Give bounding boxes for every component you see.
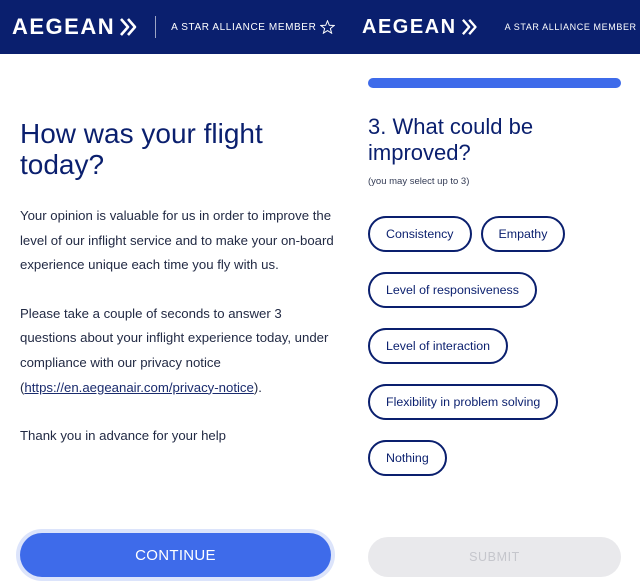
intro-paragraph-2: Please take a couple of seconds to answe… [20, 302, 340, 400]
continue-button[interactable]: CONTINUE [20, 533, 331, 577]
option-consistency[interactable]: Consistency [368, 216, 472, 252]
intro-screen: AEGEAN A STAR ALLIANCE MEMBER How was yo… [0, 0, 350, 588]
intro-paragraph-3: Thank you in advance for your help [20, 428, 226, 444]
option-flexibility-in-problem-solving[interactable]: Flexibility in problem solving [368, 384, 559, 420]
option-empathy[interactable]: Empathy [480, 216, 566, 252]
aegean-logo: AEGEAN [12, 14, 141, 40]
intro-paragraph-2-close: ). [253, 379, 262, 395]
header-divider [155, 16, 157, 38]
question-subtitle: (you may select up to 3) [368, 176, 470, 187]
option-level-of-interaction[interactable]: Level of interaction [368, 328, 509, 364]
intro-text: Your opinion is valuable for us in order… [20, 204, 340, 449]
star-icon [320, 20, 336, 34]
double-chevron-icon [119, 17, 141, 37]
intro-paragraph-1: Your opinion is valuable for us in order… [20, 208, 334, 273]
alliance-text: A STAR ALLIANCE MEMBER [171, 21, 317, 33]
question-title: 3. What could be improved? [368, 114, 534, 165]
progress-bar [368, 78, 621, 88]
app-header: AEGEAN A STAR ALLIANCE MEMBER [350, 0, 640, 54]
submit-button[interactable]: SUBMIT [368, 537, 621, 577]
star-alliance-badge: A STAR ALLIANCE MEMBER [505, 21, 640, 33]
logo-text: AEGEAN [362, 15, 457, 38]
page-title: How was your flight today? [20, 118, 263, 180]
question-screen: AEGEAN A STAR ALLIANCE MEMBER 3. What co… [350, 0, 640, 588]
progress-bar-fill [368, 78, 621, 88]
options-group: Consistency Empathy Level of responsiven… [368, 216, 628, 476]
privacy-notice-link[interactable]: https://en.aegeanair.com/privacy-notice [24, 380, 253, 395]
aegean-logo: AEGEAN [362, 16, 481, 39]
option-level-of-responsiveness[interactable]: Level of responsiveness [368, 272, 537, 308]
alliance-text: A STAR ALLIANCE MEMBER [504, 22, 637, 32]
star-alliance-badge: A STAR ALLIANCE MEMBER [171, 20, 336, 34]
logo-text: AEGEAN [12, 14, 116, 39]
double-chevron-icon [461, 18, 481, 36]
option-nothing[interactable]: Nothing [368, 440, 447, 476]
app-header: AEGEAN A STAR ALLIANCE MEMBER [0, 0, 350, 54]
